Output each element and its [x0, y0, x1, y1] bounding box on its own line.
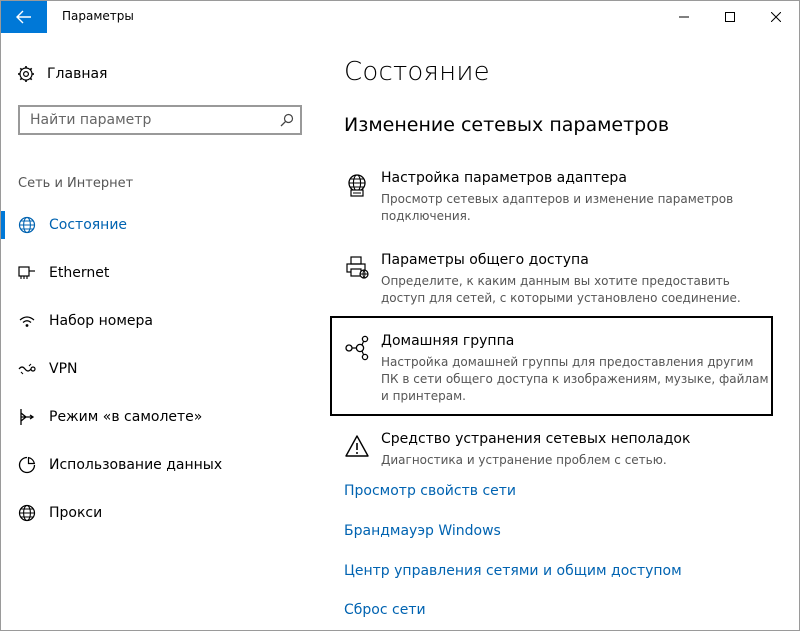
- vpn-icon: [17, 359, 37, 379]
- minimize-button[interactable]: [661, 1, 707, 33]
- gear-icon: [18, 66, 34, 82]
- sidebar-item-dialup[interactable]: Набор номера: [1, 305, 321, 337]
- search-icon[interactable]: [274, 113, 300, 127]
- sidebar-item-label: Использование данных: [49, 457, 223, 473]
- close-button[interactable]: [753, 1, 799, 33]
- homegroup-entry[interactable]: Домашняя группа Настройка домашней групп…: [344, 333, 774, 405]
- entry-title: Домашняя группа: [381, 333, 515, 349]
- sidebar-home[interactable]: Главная: [17, 63, 107, 85]
- maximize-icon: [725, 12, 735, 22]
- search-input[interactable]: [28, 107, 274, 133]
- sidebar-item-label: Ethernet: [49, 265, 110, 281]
- network-reset-link[interactable]: Сброс сети: [344, 602, 426, 618]
- sidebar-item-airplane[interactable]: Режим «в самолете»: [1, 401, 321, 433]
- entry-title: Настройка параметров адаптера: [381, 170, 627, 186]
- entry-description: Просмотр сетевых адаптеров и изменение п…: [381, 192, 734, 223]
- sidebar-item-label: VPN: [49, 361, 78, 377]
- sidebar: Главная Сеть и Интернет: [1, 33, 321, 630]
- sidebar-item-label: Состояние: [49, 217, 128, 233]
- sidebar-item-label: Набор номера: [49, 313, 154, 329]
- ethernet-icon: [17, 263, 37, 283]
- close-icon: [771, 12, 781, 22]
- adapter-globe-icon: [344, 172, 370, 198]
- sidebar-item-proxy[interactable]: Прокси: [1, 497, 321, 529]
- sidebar-item-label: Режим «в самолете»: [49, 409, 203, 425]
- settings-window: Параметры Главная Найти параметр Сеть и …: [0, 0, 800, 631]
- back-button[interactable]: [1, 1, 47, 33]
- dialup-icon: [17, 311, 37, 331]
- sidebar-item-ethernet[interactable]: Ethernet: [1, 257, 321, 289]
- sidebar-item-data-usage[interactable]: Использование данных: [1, 449, 321, 481]
- section-title: Изменение сетевых параметров: [344, 114, 670, 136]
- entry-title: Параметры общего доступа: [381, 252, 589, 268]
- warning-icon: [344, 433, 370, 459]
- sidebar-item-status[interactable]: Состояние: [1, 209, 321, 241]
- airplane-icon: [17, 407, 37, 427]
- troubleshooter-entry[interactable]: Средство устранения сетевых неполадок Ди…: [344, 431, 774, 471]
- windows-firewall-link[interactable]: Брандмауэр Windows: [344, 523, 501, 539]
- sidebar-item-label: Прокси: [49, 505, 103, 521]
- data-usage-icon: [17, 455, 37, 475]
- sidebar-nav: Состояние Ethernet Набор номера VPN Режи…: [1, 209, 321, 545]
- back-arrow-icon: [16, 10, 31, 24]
- globe-icon: [17, 215, 37, 235]
- page-title: Состояние: [344, 57, 490, 87]
- minimize-icon: [679, 16, 689, 18]
- entry-description: Настройка домашней группы для предоставл…: [381, 355, 769, 403]
- view-network-properties-link[interactable]: Просмотр свойств сети: [344, 483, 516, 499]
- globe-icon: [17, 503, 37, 523]
- maximize-button[interactable]: [707, 1, 753, 33]
- sidebar-section-label: Сеть и Интернет: [18, 176, 134, 191]
- adapter-settings-entry[interactable]: Настройка параметров адаптера Просмотр с…: [344, 170, 774, 226]
- search-box: [18, 105, 302, 135]
- entry-description: Диагностика и устранение проблем с сетью…: [381, 453, 667, 467]
- sharing-printer-icon: [344, 254, 370, 280]
- sidebar-home-label: Главная: [47, 66, 108, 82]
- window-title: Параметры: [62, 9, 134, 23]
- sidebar-item-vpn[interactable]: VPN: [1, 353, 321, 385]
- title-bar: Параметры: [1, 1, 799, 33]
- main-content: Состояние Изменение сетевых параметров Н…: [330, 33, 794, 630]
- entry-title: Средство устранения сетевых неполадок: [381, 431, 691, 447]
- homegroup-icon: [344, 335, 370, 361]
- sharing-options-entry[interactable]: Параметры общего доступа Определите, к к…: [344, 252, 774, 308]
- entry-description: Определите, к каким данным вы хотите пре…: [381, 274, 741, 305]
- network-sharing-center-link[interactable]: Центр управления сетями и общим доступом: [344, 563, 682, 579]
- selection-indicator: [1, 211, 5, 239]
